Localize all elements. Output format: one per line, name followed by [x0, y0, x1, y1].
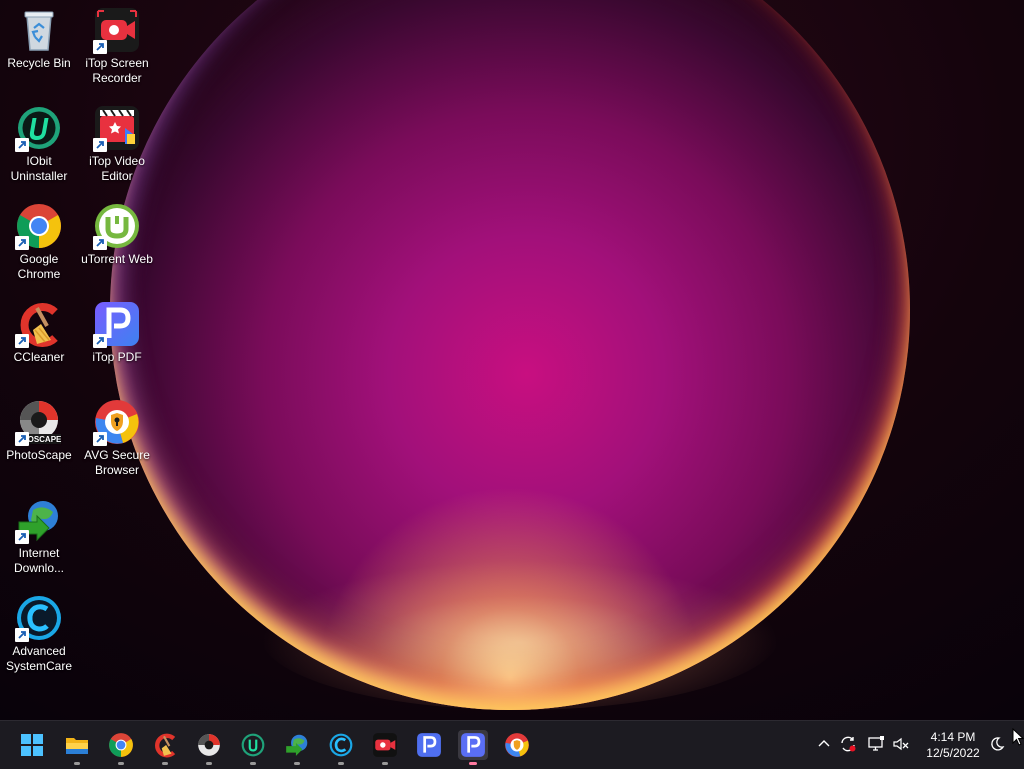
chevron-up-icon — [818, 740, 830, 747]
ccleaner-icon — [155, 733, 176, 758]
running-indicator — [206, 762, 212, 765]
volume-muted-icon — [893, 737, 909, 751]
running-indicator — [118, 762, 124, 765]
taskbar-avg-browser[interactable] — [502, 730, 532, 760]
desktop-icon-label: Advanced SystemCare — [5, 644, 73, 673]
utorrent-icon — [93, 202, 141, 250]
shortcut-arrow-icon — [93, 334, 107, 348]
show-hidden-icons-button[interactable] — [813, 733, 835, 755]
desktop-icon-label: CCleaner — [13, 350, 65, 364]
ccleaner-icon — [15, 300, 63, 348]
desktop-icon-label: uTorrent Web — [81, 252, 153, 266]
desktop-icon-label: AVG Secure Browser — [84, 448, 150, 477]
file-explorer-icon — [66, 738, 88, 754]
tray-sync[interactable] — [837, 733, 859, 755]
desktop-icon-label: iTop Video Editor — [89, 154, 145, 183]
taskbar-itop-pdf-active[interactable] — [458, 730, 488, 765]
start-button[interactable] — [17, 730, 47, 760]
shortcut-arrow-icon — [93, 40, 107, 54]
desktop-icon-photoscape[interactable]: OTOSCAPE PhotoScape — [0, 398, 78, 463]
taskbar-photoscape[interactable] — [194, 730, 224, 765]
itop-screen-recorder-icon — [373, 733, 397, 757]
desktop-icon-label: IObit Uninstaller — [10, 154, 68, 183]
shortcut-arrow-icon — [93, 236, 107, 250]
moon-icon — [991, 737, 1005, 751]
iobit-uninstaller-icon — [241, 733, 265, 757]
clock-time: 4:14 PM — [930, 730, 976, 744]
internet-download-manager-icon — [286, 734, 308, 756]
desktop-icon-label: Google Chrome — [17, 252, 61, 281]
shortcut-arrow-icon — [93, 432, 107, 446]
desktop-icon-ccleaner[interactable]: CCleaner — [0, 300, 78, 365]
active-indicator — [469, 762, 477, 765]
shortcut-arrow-icon — [15, 628, 29, 642]
mouse-cursor-icon — [1012, 728, 1024, 746]
taskbar-chrome[interactable] — [106, 730, 136, 765]
running-indicator — [382, 762, 388, 765]
desktop-icon-label: iTop PDF — [92, 350, 142, 364]
taskbar: 4:14 PM 12/5/2022 — [0, 720, 1024, 769]
taskbar-internet-download-manager[interactable] — [282, 730, 312, 765]
desktop-icon-label: iTop Screen Recorder — [85, 56, 149, 85]
itop-pdf-icon — [93, 300, 141, 348]
itop-pdf-icon — [417, 733, 441, 757]
taskbar-clock[interactable]: 4:14 PM 12/5/2022 — [915, 729, 991, 761]
taskbar-itop-screen-recorder[interactable] — [370, 730, 400, 765]
sync-icon — [841, 736, 856, 752]
itop-pdf-icon — [461, 733, 485, 757]
photoscape-icon: OTOSCAPE — [15, 398, 63, 446]
taskbar-itop-pdf[interactable] — [414, 730, 444, 760]
desktop-icon-internet-download-manager[interactable]: Internet Downlo... — [0, 496, 78, 576]
tray-volume[interactable] — [890, 733, 912, 755]
desktop-icon-recycle-bin[interactable]: Recycle Bin — [0, 6, 78, 71]
avg-browser-icon — [505, 733, 529, 757]
desktop-icon-utorrent-web[interactable]: uTorrent Web — [78, 202, 156, 267]
photoscape-icon — [198, 734, 220, 756]
tray-network[interactable] — [865, 733, 887, 755]
running-indicator — [162, 762, 168, 765]
shortcut-arrow-icon — [15, 334, 29, 348]
itop-screen-recorder-icon — [93, 6, 141, 54]
taskbar-iobit-uninstaller[interactable] — [238, 730, 268, 765]
desktop-icon-label: Recycle Bin — [7, 56, 71, 70]
taskbar-advanced-systemcare[interactable] — [326, 730, 356, 765]
running-indicator — [294, 762, 300, 765]
shortcut-arrow-icon — [15, 236, 29, 250]
desktop-icon-label: PhotoScape — [6, 448, 72, 462]
internet-download-manager-icon — [15, 496, 63, 544]
desktop-icon-itop-pdf[interactable]: iTop PDF — [78, 300, 156, 365]
shortcut-arrow-icon — [15, 432, 29, 446]
recycle-bin-icon — [15, 6, 63, 54]
chrome-icon — [15, 202, 63, 250]
desktop-icon-itop-video-editor[interactable]: iTop Video Editor — [78, 104, 156, 184]
desktop-icon-iobit-uninstaller[interactable]: IObit Uninstaller — [0, 104, 78, 184]
running-indicator — [74, 762, 80, 765]
running-indicator — [250, 762, 256, 765]
advanced-systemcare-icon — [329, 733, 353, 757]
clock-date: 12/5/2022 — [926, 746, 980, 760]
advanced-systemcare-icon — [15, 594, 63, 642]
wallpaper-haze — [260, 560, 780, 710]
shortcut-arrow-icon — [15, 138, 29, 152]
taskbar-file-explorer[interactable] — [62, 730, 92, 765]
shortcut-arrow-icon — [15, 530, 29, 544]
avg-browser-icon — [93, 398, 141, 446]
desktop-icon-label: Internet Downlo... — [13, 546, 65, 575]
taskbar-ccleaner[interactable] — [150, 730, 180, 765]
iobit-uninstaller-icon — [15, 104, 63, 152]
tray-focus-assist[interactable] — [986, 733, 1008, 755]
desktop-icon-google-chrome[interactable]: Google Chrome — [0, 202, 78, 282]
start-icon — [21, 734, 43, 756]
shortcut-arrow-icon — [93, 138, 107, 152]
display-icon — [868, 736, 884, 751]
itop-video-editor-icon — [93, 104, 141, 152]
chrome-icon — [109, 733, 133, 757]
running-indicator — [338, 762, 344, 765]
desktop-icon-avg-secure-browser[interactable]: AVG Secure Browser — [78, 398, 156, 478]
desktop-icon-advanced-systemcare[interactable]: Advanced SystemCare — [0, 594, 78, 674]
desktop-icon-itop-screen-recorder[interactable]: iTop Screen Recorder — [78, 6, 156, 86]
